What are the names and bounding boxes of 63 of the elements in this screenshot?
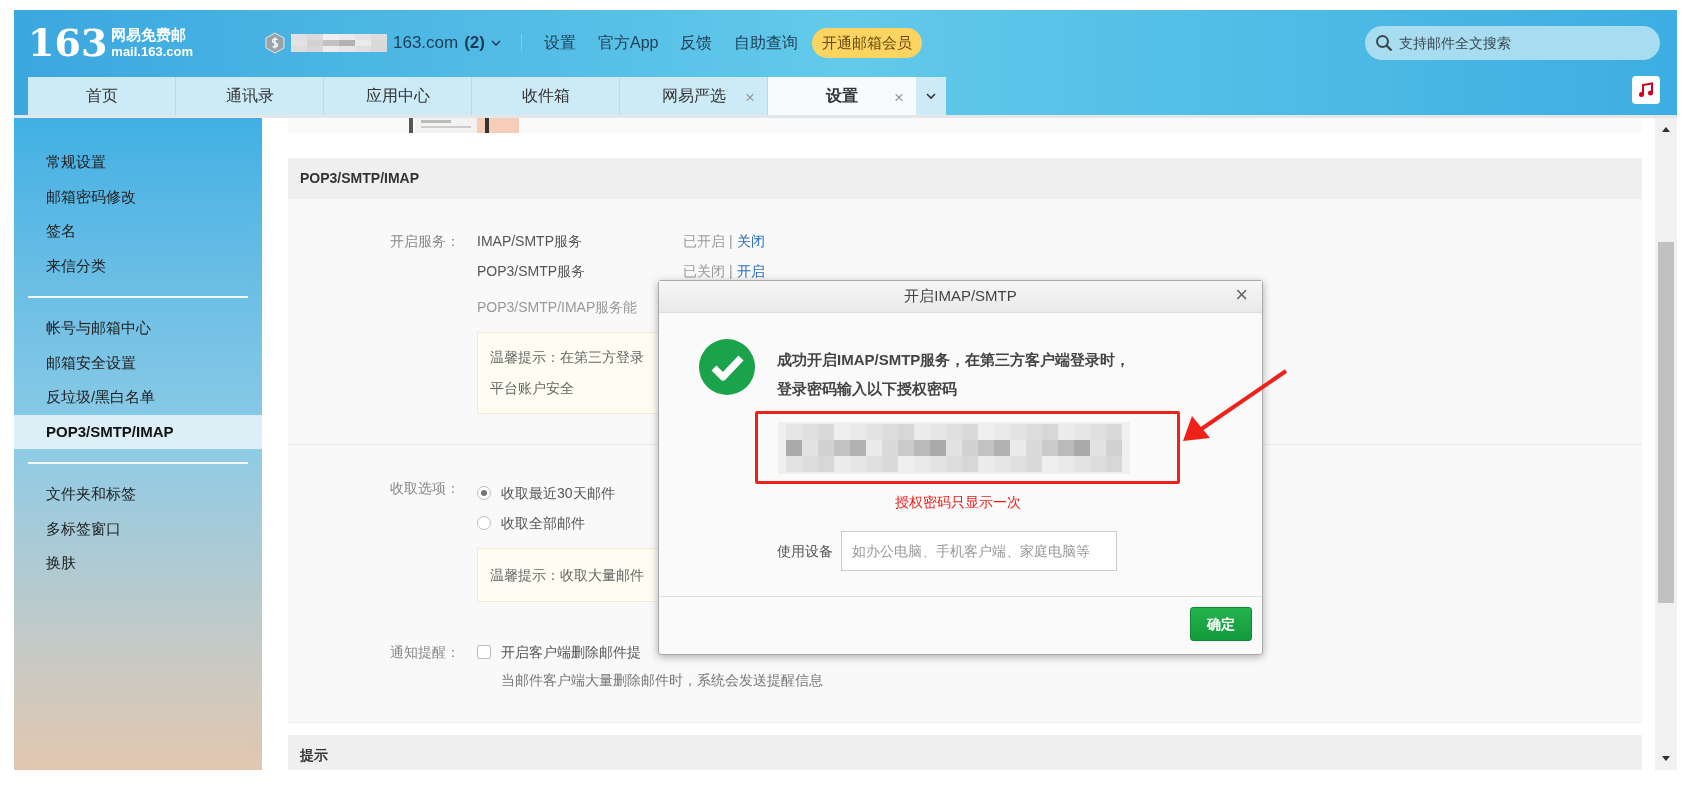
service-status: 已关闭 bbox=[683, 262, 725, 281]
checkbox[interactable] bbox=[477, 645, 491, 659]
sidebar-item[interactable]: 反垃圾/黑白名单 bbox=[14, 380, 262, 415]
sidebar-item[interactable]: 签名 bbox=[14, 214, 262, 249]
scroll-down-icon[interactable] bbox=[1661, 756, 1671, 762]
tab[interactable]: 通讯录 bbox=[176, 77, 324, 115]
sidebar-item[interactable]: 来信分类 bbox=[14, 248, 262, 283]
nav-link[interactable]: 反馈 bbox=[680, 31, 713, 55]
notify-note: 当邮件客户端大量删除邮件时，系统会发送提醒信息 bbox=[501, 671, 823, 690]
service-name: IMAP/SMTP服务 bbox=[477, 232, 583, 251]
checkbox-label: 开启客户端删除邮件提 bbox=[501, 642, 641, 662]
sidebar-item[interactable]: 常规设置 bbox=[14, 145, 262, 180]
chevron-down-icon[interactable] bbox=[490, 39, 501, 47]
vip-button[interactable]: 开通邮箱会员 bbox=[812, 28, 923, 58]
tab[interactable]: 设置 × bbox=[768, 77, 916, 115]
radio-label: 收取全部邮件 bbox=[501, 513, 585, 533]
search-icon bbox=[1375, 34, 1393, 52]
nav-link[interactable]: 自助查询 bbox=[734, 31, 799, 55]
warning-text: 授权密码只显示一次 bbox=[895, 493, 1021, 512]
tab[interactable]: 网易严选 × bbox=[620, 77, 768, 115]
field-label: 收取选项： bbox=[389, 479, 460, 498]
scroll-up-icon[interactable] bbox=[1661, 126, 1671, 132]
sidebar-item[interactable]: 多标签窗口 bbox=[14, 511, 262, 546]
close-button[interactable]: × bbox=[1235, 284, 1248, 306]
logo-title: 网易免费邮 bbox=[111, 25, 188, 45]
service-description: POP3/SMTP/IMAP服务能 bbox=[477, 298, 639, 317]
section-header: 提示 bbox=[288, 735, 1642, 770]
service-status: 已开启 bbox=[683, 232, 725, 251]
service-name: POP3/SMTP服务 bbox=[477, 262, 587, 281]
tab[interactable]: 应用中心 bbox=[324, 77, 472, 115]
music-note-icon bbox=[1638, 82, 1654, 98]
logo-domain: mail.163.com bbox=[111, 44, 193, 61]
device-input[interactable]: 如办公电脑、手机客户端、家庭电脑等 bbox=[841, 531, 1117, 571]
dialog-title: 开启IMAP/SMTP bbox=[904, 286, 1017, 307]
logo-number: 163 bbox=[28, 24, 108, 62]
field-label: 开启服务： bbox=[389, 232, 460, 251]
unread-count: (2) bbox=[464, 32, 485, 55]
sidebar-item[interactable]: 换肤 bbox=[14, 546, 262, 581]
tab[interactable]: 首页 bbox=[28, 77, 176, 115]
separator: | bbox=[729, 232, 733, 251]
nav-link[interactable]: 设置 bbox=[543, 31, 576, 55]
sidebar-item[interactable]: POP3/SMTP/IMAP bbox=[14, 414, 262, 449]
sidebar-item[interactable]: 文件夹和标签 bbox=[14, 477, 262, 512]
field-label: 通知提醒： bbox=[389, 643, 460, 662]
sidebar-item[interactable]: 邮箱密码修改 bbox=[14, 179, 262, 214]
music-button[interactable] bbox=[1632, 76, 1660, 104]
sidebar-item[interactable]: 邮箱安全设置 bbox=[14, 345, 262, 380]
radio-button[interactable] bbox=[477, 486, 491, 500]
search-field[interactable]: 支持邮件全文搜索 bbox=[1365, 26, 1660, 60]
radio-button[interactable] bbox=[477, 516, 491, 530]
service-toggle-link[interactable]: 关闭 bbox=[736, 231, 765, 252]
success-check-icon bbox=[699, 339, 755, 395]
service-toggle-link[interactable]: 开启 bbox=[736, 261, 765, 282]
separator: | bbox=[729, 262, 733, 281]
nav-link[interactable]: 官方App bbox=[597, 31, 659, 55]
sidebar-item[interactable]: 帐号与邮箱中心 bbox=[14, 311, 262, 346]
coin-icon bbox=[265, 32, 285, 54]
section-header: POP3/SMTP/IMAP bbox=[288, 158, 1642, 199]
radio-label: 收取最近30天邮件 bbox=[501, 483, 615, 503]
scrollbar[interactable] bbox=[1655, 118, 1677, 770]
tab[interactable]: 收件箱 bbox=[472, 77, 620, 115]
account-address[interactable]: 163.com bbox=[393, 30, 459, 56]
chevron-down-icon bbox=[926, 92, 936, 100]
